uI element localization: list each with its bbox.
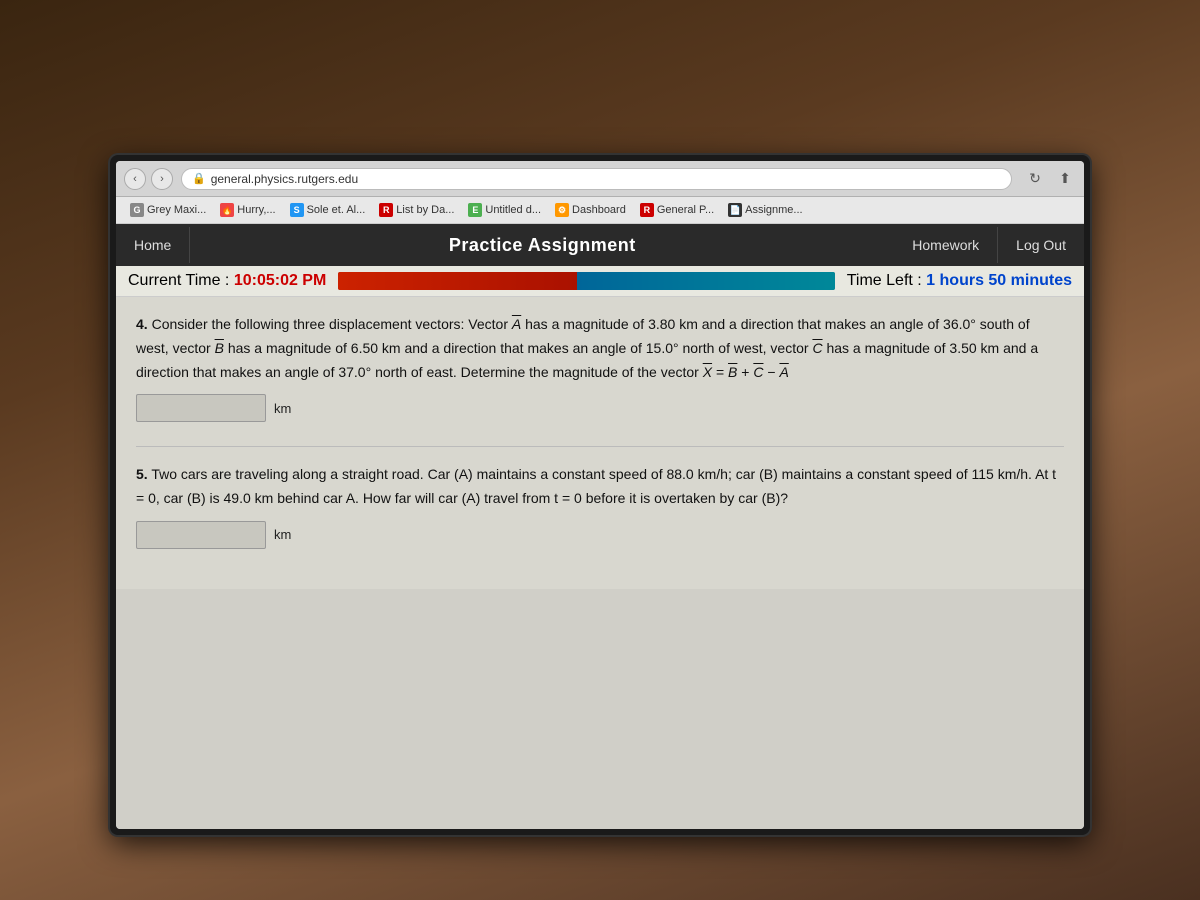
question-4-answer-input[interactable] <box>136 394 266 422</box>
time-left-value: 1 hours 50 minutes <box>926 272 1072 289</box>
vec-c: C <box>812 340 822 356</box>
divider <box>136 446 1064 447</box>
progress-red <box>338 272 576 290</box>
nav-homework[interactable]: Homework <box>894 227 997 263</box>
bookmark-general-p[interactable]: R General P... <box>634 201 720 219</box>
question-4-text: 4. Consider the following three displace… <box>136 313 1064 384</box>
vec-a2: A <box>779 364 788 380</box>
browser-controls: ‹ › <box>124 168 173 190</box>
site-content: Home Practice Assignment Homework Log Ou… <box>116 224 1084 829</box>
time-progress-bar <box>338 272 834 290</box>
favicon-hurry: 🔥 <box>220 203 234 217</box>
lock-icon: 🔒 <box>192 172 206 185</box>
current-time-label: Current Time : 10:05:02 PM <box>128 272 326 290</box>
bookmark-hurry[interactable]: 🔥 Hurry,... <box>214 201 281 219</box>
bookmark-label: Grey Maxi... <box>147 204 206 216</box>
question-5-answer-input[interactable] <box>136 521 266 549</box>
back-button[interactable]: ‹ <box>124 168 146 190</box>
vec-b2: B <box>728 364 737 380</box>
bookmark-label: Hurry,... <box>237 204 275 216</box>
favicon-assignme: 📄 <box>728 203 742 217</box>
bookmark-grey-maxi[interactable]: G Grey Maxi... <box>124 201 212 219</box>
question-4: 4. Consider the following three displace… <box>136 313 1064 422</box>
favicon-general-p: R <box>640 203 654 217</box>
timer-bar: Current Time : 10:05:02 PM Time Left : 1… <box>116 266 1084 297</box>
address-text: general.physics.rutgers.edu <box>211 172 358 186</box>
nav-logout[interactable]: Log Out <box>997 227 1084 263</box>
vec-a: A <box>512 316 521 332</box>
question-5-input-row: km <box>136 521 1064 549</box>
time-left-label: Time Left : 1 hours 50 minutes <box>847 272 1072 290</box>
site-navigation: Home Practice Assignment Homework Log Ou… <box>116 224 1084 266</box>
bookmark-list-by-da[interactable]: R List by Da... <box>373 201 460 219</box>
browser-window: ‹ › 🔒 general.physics.rutgers.edu ↻ ⬆ G … <box>116 161 1084 829</box>
bookmark-label: Sole et. Al... <box>307 204 366 216</box>
refresh-button[interactable]: ↻ <box>1024 168 1046 190</box>
page-title: Practice Assignment <box>190 235 894 256</box>
browser-toolbar: ‹ › 🔒 general.physics.rutgers.edu ↻ ⬆ <box>116 161 1084 197</box>
question-5-text: 5. Two cars are traveling along a straig… <box>136 463 1064 511</box>
bookmark-dashboard[interactable]: ⚙ Dashboard <box>549 201 632 219</box>
laptop-background: ‹ › 🔒 general.physics.rutgers.edu ↻ ⬆ G … <box>0 0 1200 900</box>
question-5-unit: km <box>274 527 291 542</box>
favicon-grey-maxi: G <box>130 203 144 217</box>
vec-b: B <box>215 340 224 356</box>
screen-bezel: ‹ › 🔒 general.physics.rutgers.edu ↻ ⬆ G … <box>110 155 1090 835</box>
forward-button[interactable]: › <box>151 168 173 190</box>
bookmark-assignme[interactable]: 📄 Assignme... <box>722 201 808 219</box>
main-content: 4. Consider the following three displace… <box>116 297 1084 589</box>
progress-teal <box>577 272 835 290</box>
question-5: 5. Two cars are traveling along a straig… <box>136 463 1064 549</box>
favicon-untitled: E <box>468 203 482 217</box>
favicon-dashboard: ⚙ <box>555 203 569 217</box>
address-bar[interactable]: 🔒 general.physics.rutgers.edu <box>181 168 1012 190</box>
bookmark-label: Dashboard <box>572 204 626 216</box>
bookmark-sole[interactable]: S Sole et. Al... <box>284 201 372 219</box>
bookmarks-bar: G Grey Maxi... 🔥 Hurry,... S Sole et. Al… <box>116 197 1084 224</box>
current-time-value: 10:05:02 PM <box>234 272 327 289</box>
bookmark-label: General P... <box>657 204 714 216</box>
favicon-sole: S <box>290 203 304 217</box>
bookmark-untitled[interactable]: E Untitled d... <box>462 201 547 219</box>
vec-x: X <box>703 364 712 380</box>
question-4-unit: km <box>274 401 291 416</box>
question-5-number: 5. <box>136 466 148 482</box>
share-button[interactable]: ⬆ <box>1054 168 1076 190</box>
vec-c2: C <box>753 364 763 380</box>
favicon-list-by-da: R <box>379 203 393 217</box>
bookmark-label: Untitled d... <box>485 204 541 216</box>
nav-home[interactable]: Home <box>116 227 190 263</box>
question-4-number: 4. <box>136 316 148 332</box>
bookmark-label: List by Da... <box>396 204 454 216</box>
bookmark-label: Assignme... <box>745 204 802 216</box>
question-4-input-row: km <box>136 394 1064 422</box>
